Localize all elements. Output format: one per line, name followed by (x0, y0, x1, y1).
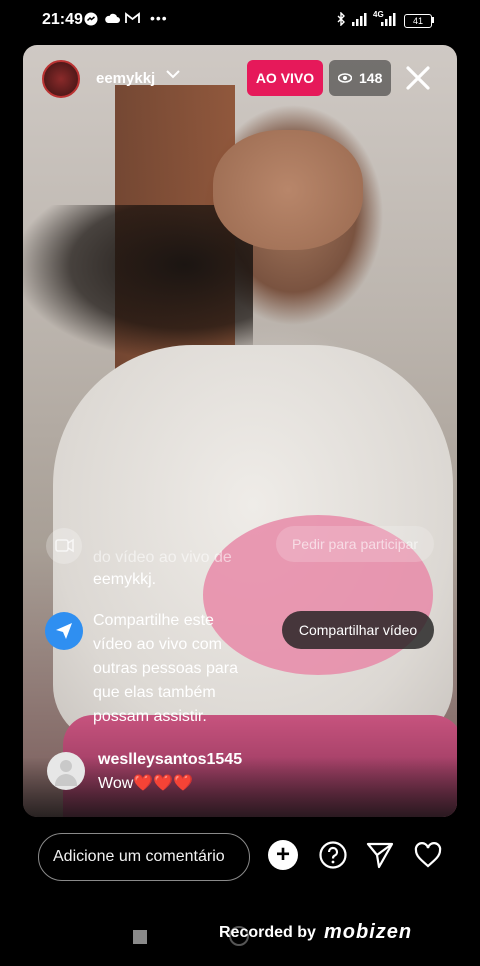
signal-icon (351, 12, 369, 29)
question-icon (319, 841, 347, 869)
gmail-icon (125, 12, 140, 27)
chevron-down-icon[interactable] (165, 66, 181, 85)
share-text-line: vídeo ao vivo com (93, 636, 222, 653)
video-request-icon (46, 528, 82, 564)
viewer-count: 148 (359, 70, 383, 86)
comment-text: Wow❤️❤️❤️ (98, 773, 193, 793)
mobizen-logo: mobizen (324, 921, 413, 943)
like-button[interactable] (413, 840, 443, 870)
status-bar: 21:49 ••• 4G 41 (0, 0, 480, 40)
signal-icon-2 (380, 12, 398, 29)
battery-icon: 41 (404, 14, 432, 28)
recorded-by-label: Recorded by (219, 924, 316, 941)
video-hair-area (23, 205, 253, 355)
system-message-faded: do vídeo ao vivo de (93, 549, 232, 566)
live-badge: AO VIVO (247, 60, 323, 96)
viewer-count-badge[interactable]: 148 (329, 60, 391, 96)
broadcaster-avatar[interactable] (42, 60, 80, 98)
commenter-avatar[interactable] (47, 752, 85, 790)
share-text-line: que elas também (93, 684, 216, 701)
send-icon (366, 842, 394, 869)
share-prompt-text: Compartilhe este vídeo ao vivo com outra… (93, 609, 273, 729)
share-text-line: outras pessoas para (93, 660, 238, 677)
share-send-icon (45, 612, 83, 650)
commenter-username[interactable]: weslleysantos1545 (98, 751, 242, 769)
more-notifications-icon: ••• (150, 10, 168, 26)
close-button[interactable] (403, 63, 433, 93)
battery-level: 41 (412, 16, 423, 26)
request-to-join-button[interactable]: Pedir para participar (276, 526, 434, 562)
comment-input[interactable]: Adicione um comentário (38, 833, 250, 881)
comment-hearts: ❤️❤️❤️ (133, 775, 194, 792)
avatar-head (60, 760, 72, 772)
share-video-button[interactable]: Compartilhar vídeo (282, 611, 434, 649)
share-text-line: possam assistir. (93, 708, 207, 725)
video-face-area (213, 130, 363, 250)
broadcaster-username[interactable]: eemykkj (96, 70, 155, 87)
nav-recents-button[interactable] (133, 930, 147, 944)
battery-cap (432, 17, 434, 23)
avatar-body (55, 774, 77, 786)
bluetooth-icon (336, 11, 346, 29)
system-message-username: eemykkj. (93, 571, 157, 588)
cloud-icon (104, 12, 120, 27)
close-icon (406, 66, 430, 90)
plus-icon: + (275, 841, 290, 868)
add-button[interactable]: + (268, 840, 298, 870)
question-button[interactable] (318, 840, 348, 870)
messenger-icon (84, 12, 98, 29)
eye-icon (337, 60, 353, 109)
share-text-line: Compartilhe este (93, 612, 214, 629)
status-time: 21:49 (42, 11, 83, 28)
send-button[interactable] (366, 840, 396, 870)
heart-icon (414, 842, 442, 868)
comment-body: Wow (98, 775, 134, 792)
